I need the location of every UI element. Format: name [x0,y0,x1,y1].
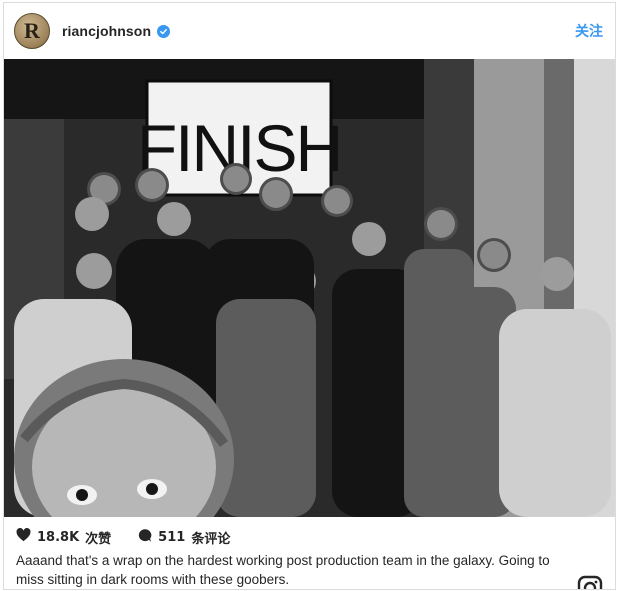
likes-unit: 次赞 [85,531,112,547]
instagram-logo-icon[interactable] [577,575,603,589]
post-caption: Aaaand that's a wrap on the hardest work… [16,553,550,587]
post-actions: 18.8K 次赞 511 条评论 [16,527,256,547]
comments-count: 511 [158,529,186,545]
comment-bubble-icon [137,528,152,547]
comments-button[interactable]: 511 条评论 [137,528,230,547]
avatar-letter: R [24,18,40,43]
post-header: R riancjohnson 关注 [4,3,615,59]
heart-icon [16,527,31,546]
like-button[interactable]: 18.8K 次赞 [16,527,112,547]
instagram-post-card: R riancjohnson 关注 FINISH 18.8K 次赞 511 条评… [3,2,616,590]
post-photo[interactable]: FINISH [4,59,615,517]
username[interactable]: riancjohnson [62,23,151,39]
likes-count: 18.8K [37,529,80,545]
follow-button[interactable]: 关注 [575,21,603,41]
comments-unit: 条评论 [191,531,231,547]
verified-badge-icon [157,24,171,38]
avatar[interactable]: R [14,13,50,49]
